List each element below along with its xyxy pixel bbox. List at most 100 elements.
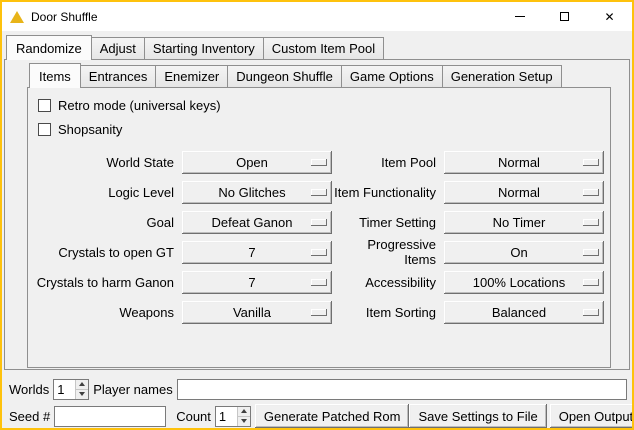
worlds-spinner-buttons [75,380,88,399]
worlds-label: Worlds [9,382,49,397]
window-controls: ✕ [497,2,632,31]
world-state-label: World State [34,155,182,170]
tab-randomize[interactable]: Randomize [6,35,92,60]
spinner-down-icon [241,419,247,423]
titlebar: Door Shuffle ✕ [2,2,632,31]
item-sorting-label: Item Sorting [334,305,444,320]
tab-starting-inventory[interactable]: Starting Inventory [144,37,264,59]
generate-patched-rom-button[interactable]: Generate Patched Rom [255,404,410,428]
worlds-spinner-down[interactable] [76,390,88,399]
close-button[interactable]: ✕ [587,2,632,31]
retro-mode-checkbox-row[interactable]: Retro mode (universal keys) [38,93,604,117]
options-row: Crystals to harm Ganon 7 Accessibility 1… [34,267,604,297]
crystals-open-gt-label: Crystals to open GT [34,245,182,260]
shopsanity-checkbox[interactable] [38,123,51,136]
item-functionality-dropdown[interactable]: Normal [444,181,604,204]
crystals-harm-ganon-value: 7 [248,275,255,290]
retro-mode-checkbox[interactable] [38,99,51,112]
logic-level-label: Logic Level [34,185,182,200]
shopsanity-label: Shopsanity [58,122,122,137]
seed-row: Seed # Count Generate Patched Rom Save S… [5,404,629,428]
dropdown-indicator-icon [583,279,599,286]
app-icon [9,10,25,24]
tab-adjust[interactable]: Adjust [91,37,145,59]
dropdown-indicator-icon [583,309,599,316]
options-row: Weapons Vanilla Item Sorting Balanced [34,297,604,327]
seed-label: Seed # [9,409,50,424]
spinner-up-icon [241,409,247,413]
count-input[interactable] [216,407,237,426]
crystals-harm-ganon-label: Crystals to harm Ganon [34,275,182,290]
crystals-open-gt-dropdown[interactable]: 7 [182,241,332,264]
options-row: Goal Defeat Ganon Timer Setting No Timer [34,207,604,237]
dropdown-indicator-icon [311,159,327,166]
progressive-items-value: On [510,245,527,260]
dropdown-indicator-icon [311,309,327,316]
accessibility-label: Accessibility [334,275,444,290]
worlds-input[interactable] [54,380,75,399]
randomize-pane: Items Entrances Enemizer Dungeon Shuffle… [4,59,630,370]
timer-setting-dropdown[interactable]: No Timer [444,211,604,234]
dropdown-indicator-icon [583,219,599,226]
logic-level-value: No Glitches [218,185,285,200]
save-settings-button[interactable]: Save Settings to File [409,404,546,428]
options-row: World State Open Item Pool Normal [34,147,604,177]
timer-setting-value: No Timer [493,215,546,230]
count-spinner[interactable] [215,406,251,427]
dropdown-indicator-icon [311,189,327,196]
close-icon: ✕ [604,11,614,23]
maximize-button[interactable] [542,2,587,31]
goal-label: Goal [34,215,182,230]
item-pool-dropdown[interactable]: Normal [444,151,604,174]
tab-custom-item-pool[interactable]: Custom Item Pool [263,37,384,59]
worlds-spinner[interactable] [53,379,89,400]
worlds-spinner-up[interactable] [76,380,88,390]
seed-input[interactable] [54,406,166,427]
world-state-value: Open [236,155,268,170]
accessibility-dropdown[interactable]: 100% Locations [444,271,604,294]
crystals-open-gt-value: 7 [248,245,255,260]
tab-generation-setup[interactable]: Generation Setup [442,65,562,87]
count-spinner-down[interactable] [238,417,250,426]
shopsanity-checkbox-row[interactable]: Shopsanity [38,117,604,141]
count-spinner-buttons [237,407,250,426]
progressive-items-dropdown[interactable]: On [444,241,604,264]
items-pane: Retro mode (universal keys) Shopsanity W… [27,87,611,368]
tab-items[interactable]: Items [29,63,81,88]
spinner-down-icon [79,392,85,396]
count-spinner-up[interactable] [238,407,250,417]
item-functionality-label: Item Functionality [334,185,444,200]
goal-value: Defeat Ganon [212,215,293,230]
dropdown-indicator-icon [583,159,599,166]
goal-dropdown[interactable]: Defeat Ganon [182,211,332,234]
minimize-button[interactable] [497,2,542,31]
item-sorting-value: Balanced [492,305,546,320]
crystals-harm-ganon-dropdown[interactable]: 7 [182,271,332,294]
options-grid: World State Open Item Pool Normal Logic … [34,147,604,327]
retro-mode-label: Retro mode (universal keys) [58,98,221,113]
world-state-dropdown[interactable]: Open [182,151,332,174]
tab-game-options[interactable]: Game Options [341,65,443,87]
item-sorting-dropdown[interactable]: Balanced [444,301,604,324]
accessibility-value: 100% Locations [473,275,566,290]
top-tabbar: Randomize Adjust Starting Inventory Cust… [4,35,630,59]
weapons-dropdown[interactable]: Vanilla [182,301,332,324]
player-names-input[interactable] [177,379,627,400]
tab-enemizer[interactable]: Enemizer [155,65,228,87]
dropdown-indicator-icon [311,249,327,256]
inner-tabbar: Items Entrances Enemizer Dungeon Shuffle… [5,63,629,87]
maximize-icon [560,12,569,21]
count-label: Count [176,409,211,424]
item-pool-label: Item Pool [334,155,444,170]
options-row: Crystals to open GT 7 Progressive Items … [34,237,604,267]
tab-dungeon-shuffle[interactable]: Dungeon Shuffle [227,65,342,87]
open-output-directory-button[interactable]: Open Output Directory [550,404,634,428]
weapons-label: Weapons [34,305,182,320]
weapons-value: Vanilla [233,305,271,320]
logic-level-dropdown[interactable]: No Glitches [182,181,332,204]
dropdown-indicator-icon [583,249,599,256]
player-names-label: Player names [93,382,172,397]
tab-entrances[interactable]: Entrances [80,65,157,87]
timer-setting-label: Timer Setting [334,215,444,230]
item-functionality-value: Normal [498,185,540,200]
